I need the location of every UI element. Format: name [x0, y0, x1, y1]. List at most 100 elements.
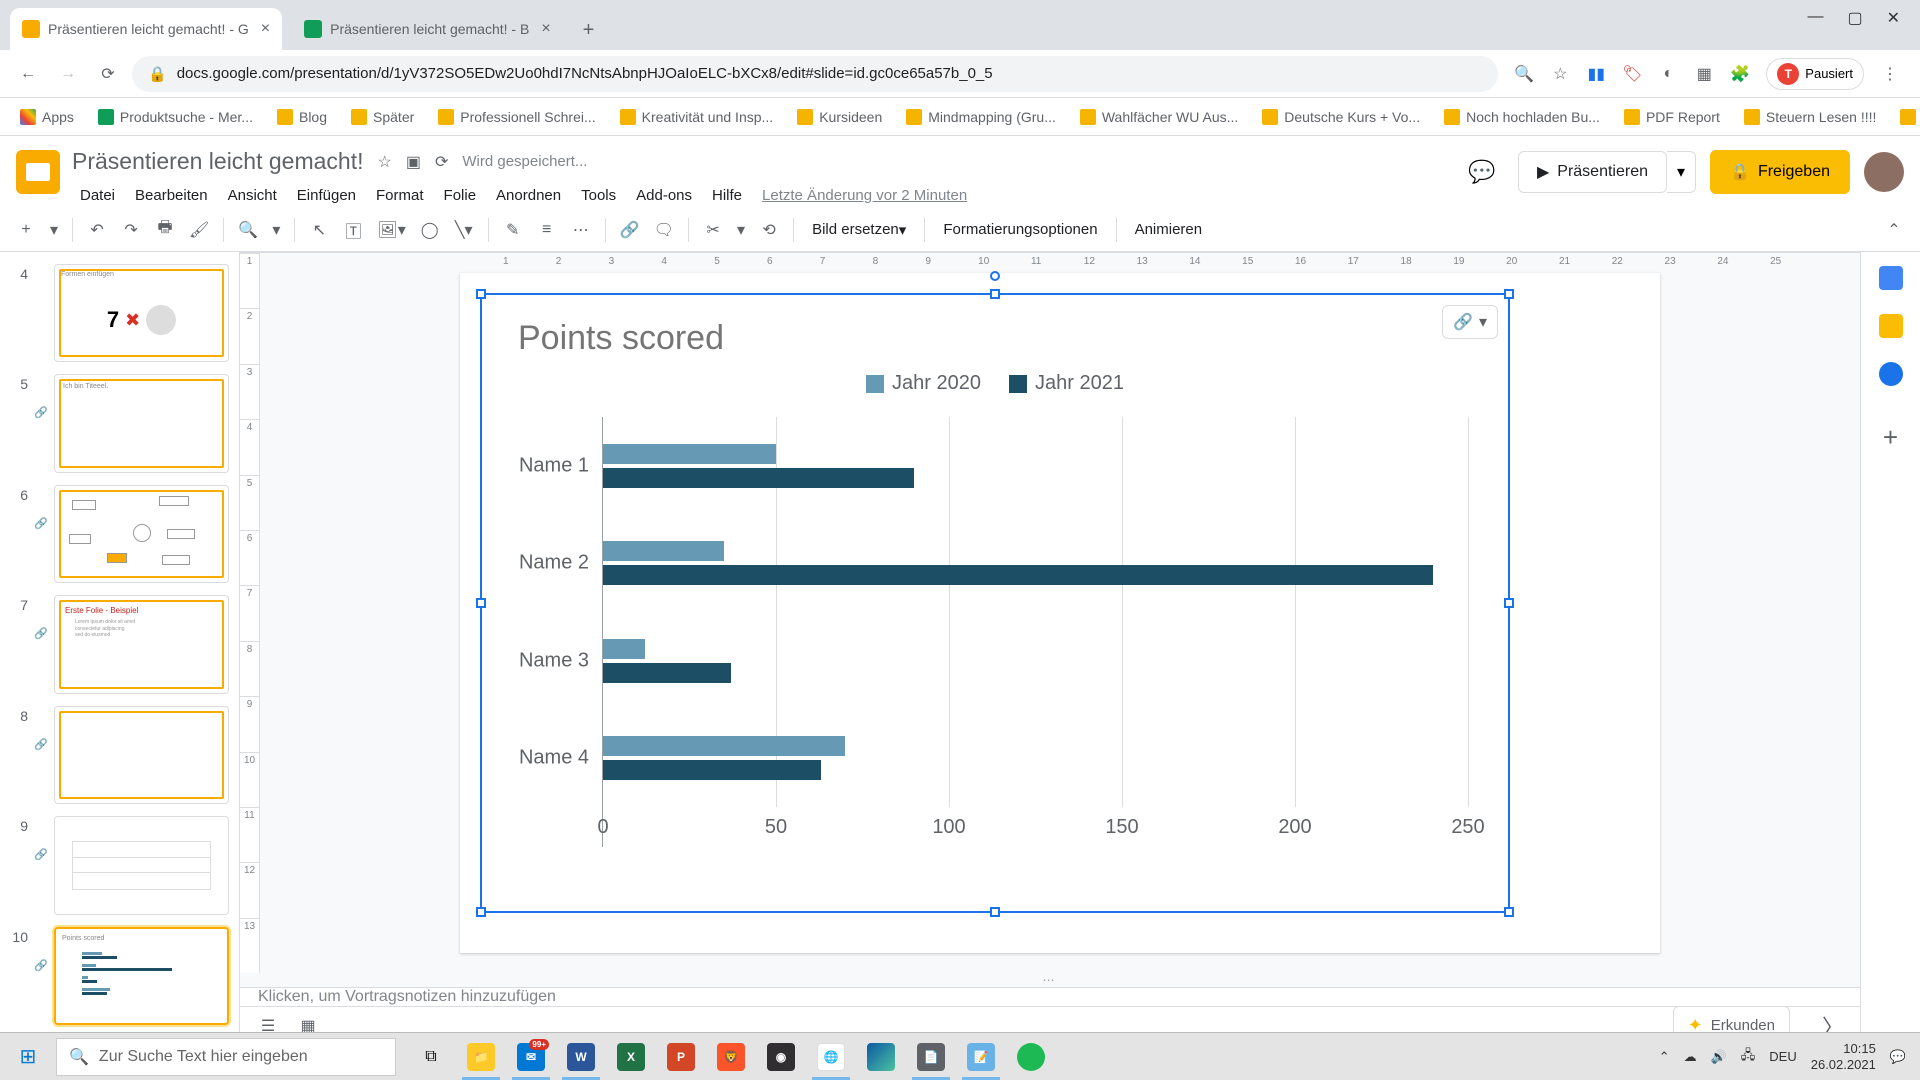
- onedrive-icon[interactable]: ☁: [1684, 1049, 1697, 1065]
- menu-einfuegen[interactable]: Einfügen: [289, 183, 364, 208]
- last-edit-info[interactable]: Letzte Änderung vor 2 Minuten: [754, 183, 975, 208]
- horizontal-ruler[interactable]: 1234567891011121314151617181920212223242…: [240, 252, 1860, 253]
- explore-button[interactable]: ✦ Erkunden: [1673, 1006, 1790, 1032]
- share-button[interactable]: 🔒 Freigeben: [1710, 150, 1850, 194]
- menu-tools[interactable]: Tools: [573, 183, 624, 208]
- bookmark-item[interactable]: Professionell Schrei...: [430, 105, 603, 129]
- spotify-icon[interactable]: [1006, 1033, 1056, 1080]
- paint-format-button[interactable]: 🖌: [183, 214, 215, 246]
- bookmark-item[interactable]: Produktsuche - Mer...: [90, 105, 261, 129]
- border-color-button[interactable]: ✎: [497, 214, 529, 246]
- notifications-icon[interactable]: 💬: [1890, 1049, 1906, 1065]
- collapse-toolbar-icon[interactable]: ⌃: [1878, 214, 1910, 246]
- mail-icon[interactable]: ✉99+: [506, 1033, 556, 1080]
- border-weight-button[interactable]: ≡: [531, 214, 563, 246]
- replace-image-button[interactable]: Bild ersetzen ▾: [802, 214, 916, 246]
- menu-folie[interactable]: Folie: [436, 183, 485, 208]
- line-tool[interactable]: ╲▾: [448, 214, 480, 246]
- textbox-tool[interactable]: 🅃: [337, 214, 369, 246]
- menu-hilfe[interactable]: Hilfe: [704, 183, 750, 208]
- close-tab-icon[interactable]: ×: [261, 20, 270, 38]
- filmstrip-view-icon[interactable]: ☰: [256, 1014, 280, 1033]
- slide-thumb-4[interactable]: 4 Formen einfügen 7✖: [0, 258, 239, 368]
- resize-handle[interactable]: [990, 289, 1000, 299]
- bookmark-item[interactable]: Kursideen: [789, 105, 890, 129]
- reload-button[interactable]: ⟳: [92, 58, 124, 90]
- image-tool[interactable]: 🖼▾: [371, 214, 411, 246]
- word-icon[interactable]: W: [556, 1033, 606, 1080]
- excel-icon[interactable]: X: [606, 1033, 656, 1080]
- comments-icon[interactable]: 💬: [1460, 150, 1504, 194]
- link-button[interactable]: 🔗: [614, 214, 646, 246]
- edge-icon[interactable]: [856, 1033, 906, 1080]
- slide-stage[interactable]: 🔗 ▾ Points scored Jahr 2020 Jahr 2021 05…: [260, 253, 1860, 973]
- menu-datei[interactable]: Datei: [72, 183, 123, 208]
- zoom-dropdown[interactable]: ▾: [266, 214, 286, 246]
- print-button[interactable]: 🖶: [149, 214, 181, 246]
- new-tab-button[interactable]: +: [575, 11, 603, 50]
- tasks-addon-icon[interactable]: [1879, 362, 1903, 386]
- shape-tool[interactable]: ◯: [414, 214, 446, 246]
- present-button[interactable]: ▶ Präsentieren: [1518, 151, 1667, 193]
- extension-icon[interactable]: 🏷: [1622, 64, 1642, 84]
- slide-thumb-7[interactable]: 7 🔗 Erste Folie - BeispielLorem ipsum do…: [0, 589, 239, 699]
- new-slide-dropdown[interactable]: ▾: [44, 214, 64, 246]
- star-icon[interactable]: ☆: [378, 152, 392, 172]
- extension-icon[interactable]: ▮▮: [1586, 64, 1606, 84]
- undo-button[interactable]: ↶: [81, 214, 113, 246]
- zoom-button[interactable]: 🔍: [232, 214, 264, 246]
- menu-format[interactable]: Format: [368, 183, 432, 208]
- volume-icon[interactable]: 🔊: [1711, 1049, 1727, 1065]
- bookmark-item[interactable]: Blog: [269, 105, 335, 129]
- menu-bearbeiten[interactable]: Bearbeiten: [127, 183, 216, 208]
- bookmark-item[interactable]: Deutsche Kurs + Vo...: [1254, 105, 1428, 129]
- slide-thumb-6[interactable]: 6 🔗: [0, 479, 239, 589]
- menu-anordnen[interactable]: Anordnen: [488, 183, 569, 208]
- menu-dots-icon[interactable]: ⋮: [1880, 64, 1900, 84]
- slide-thumb-8[interactable]: 8 🔗: [0, 700, 239, 810]
- clock[interactable]: 10:15 26.02.2021: [1811, 1041, 1876, 1072]
- redo-button[interactable]: ↷: [115, 214, 147, 246]
- select-tool[interactable]: ↖: [303, 214, 335, 246]
- slide-canvas[interactable]: 🔗 ▾ Points scored Jahr 2020 Jahr 2021 05…: [460, 273, 1660, 953]
- add-addon-button[interactable]: +: [1883, 422, 1898, 453]
- browser-tab-inactive[interactable]: Präsentieren leicht gemacht! - B ×: [292, 8, 563, 50]
- wifi-icon[interactable]: 🖧: [1741, 1046, 1756, 1068]
- linked-chart-chip[interactable]: 🔗 ▾: [1442, 305, 1498, 339]
- start-button[interactable]: ⊞: [0, 1033, 56, 1080]
- document-title[interactable]: Präsentieren leicht gemacht!: [72, 148, 364, 175]
- move-folder-icon[interactable]: ▣: [406, 152, 421, 172]
- profile-avatar[interactable]: [1864, 152, 1904, 192]
- brave-icon[interactable]: 🦁: [706, 1033, 756, 1080]
- bookmark-item[interactable]: Später: [343, 105, 422, 129]
- menu-ansicht[interactable]: Ansicht: [220, 183, 285, 208]
- animate-button[interactable]: Animieren: [1125, 214, 1213, 246]
- chart-object-selected[interactable]: 🔗 ▾ Points scored Jahr 2020 Jahr 2021 05…: [480, 293, 1510, 913]
- slide-thumb-10[interactable]: 10 🔗 Points scored: [0, 921, 239, 1031]
- extensions-puzzle-icon[interactable]: 🧩: [1730, 64, 1750, 84]
- apps-bookmark[interactable]: Apps: [12, 105, 82, 129]
- bookmark-item[interactable]: Mindmapping (Gru...: [898, 105, 1064, 129]
- close-tab-icon[interactable]: ×: [541, 20, 550, 38]
- tray-chevron-icon[interactable]: ⌃: [1659, 1049, 1670, 1065]
- bookmark-star-icon[interactable]: ☆: [1550, 64, 1570, 84]
- side-panel-toggle-icon[interactable]: 〉: [1822, 1010, 1844, 1033]
- powerpoint-icon[interactable]: P: [656, 1033, 706, 1080]
- notes-resize-handle[interactable]: ⋯: [240, 973, 1860, 987]
- app-icon[interactable]: 📄: [906, 1033, 956, 1080]
- calendar-addon-icon[interactable]: [1879, 266, 1903, 290]
- bookmark-item[interactable]: Noch hochladen Bu...: [1436, 105, 1608, 129]
- taskbar-search[interactable]: 🔍 Zur Suche Text hier eingeben: [56, 1038, 396, 1076]
- format-options-button[interactable]: Formatierungsoptionen: [933, 214, 1107, 246]
- url-input[interactable]: 🔒 docs.google.com/presentation/d/1yV372S…: [132, 56, 1498, 92]
- bookmark-item[interactable]: Steuern Lesen !!!!: [1736, 105, 1885, 129]
- notepad-icon[interactable]: 📝: [956, 1033, 1006, 1080]
- mask-dropdown[interactable]: ▾: [731, 214, 751, 246]
- task-view-icon[interactable]: ⧉: [406, 1033, 456, 1080]
- maximize-icon[interactable]: ▢: [1847, 8, 1862, 28]
- comment-add-button[interactable]: 🗨: [648, 214, 680, 246]
- resize-handle[interactable]: [476, 907, 486, 917]
- slide-thumbnail-panel[interactable]: 4 Formen einfügen 7✖ 5 🔗 Ich bin Titeeel…: [0, 252, 240, 1032]
- crop-button[interactable]: ✂: [697, 214, 729, 246]
- rotation-handle[interactable]: [990, 271, 1000, 281]
